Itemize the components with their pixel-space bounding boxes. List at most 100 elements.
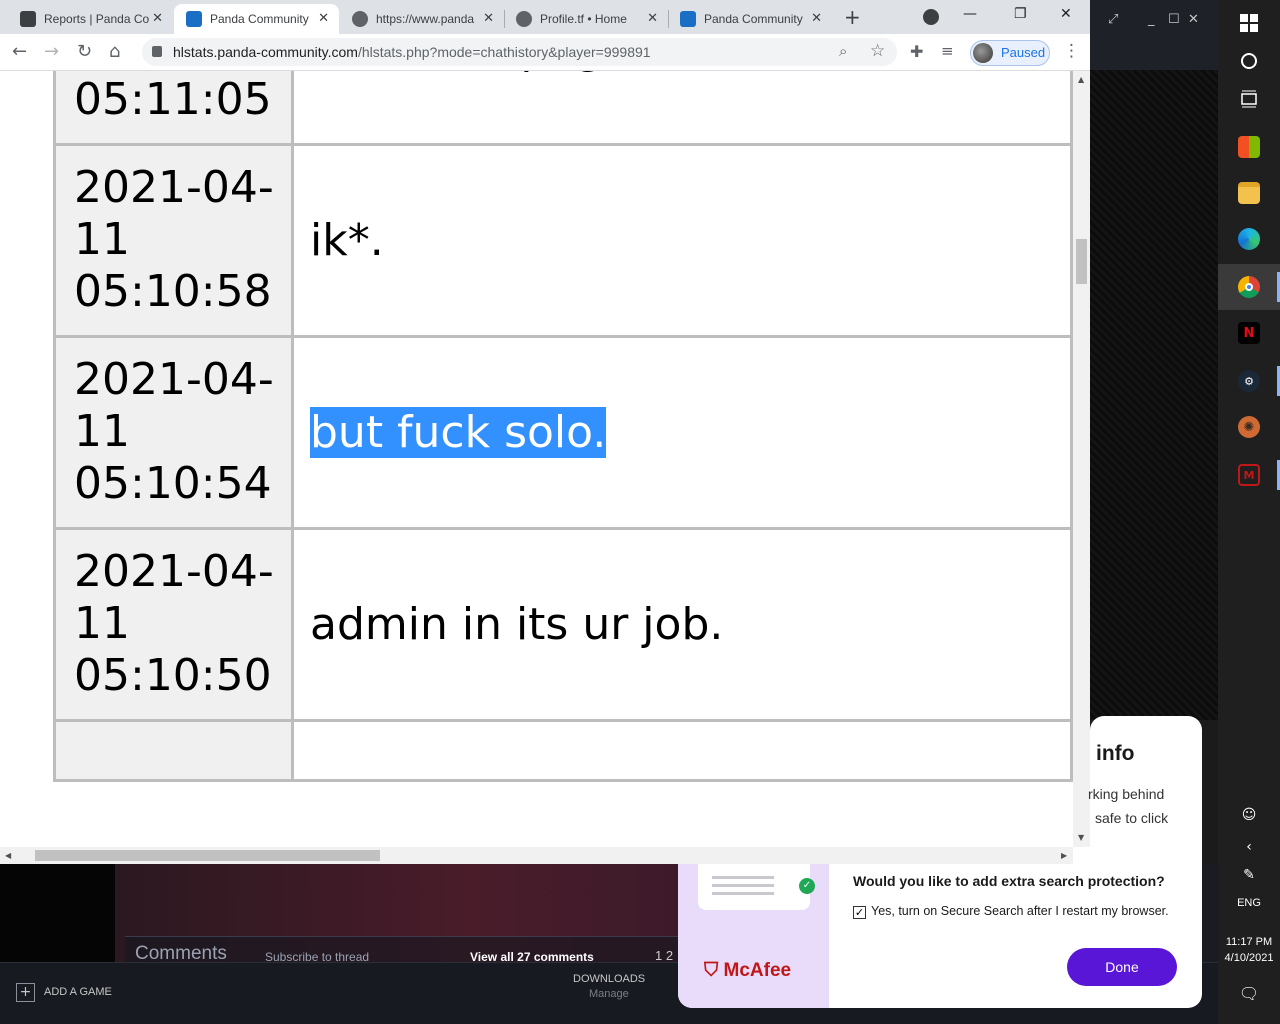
bookmark-star-icon[interactable]: ☆ (870, 41, 885, 61)
tab-title: Panda Community (704, 12, 803, 26)
edge-icon[interactable] (1218, 216, 1280, 262)
steam-background-texture (1090, 70, 1218, 720)
windows-taskbar: N ⚙ ✺ M ☺ ‹ ✎ ENG 11:17 PM 4/10/2021 🗨 (1218, 0, 1280, 1024)
file-explorer-icon[interactable] (1218, 170, 1280, 216)
scroll-up-arrow-icon[interactable]: ▲ (1078, 75, 1084, 84)
tab-close-icon[interactable]: ✕ (483, 10, 494, 26)
profile-status: Paused (1001, 45, 1046, 60)
tab-search-icon[interactable] (923, 9, 939, 25)
pen-icon[interactable]: ✎ (1218, 852, 1280, 898)
chat-message-text: but fuck solo. (310, 407, 607, 458)
table-row: 2021-04- 11 05:10:50 admin in its ur job. (53, 527, 1073, 722)
tab-close-icon[interactable]: ✕ (318, 10, 329, 26)
avatar (973, 43, 993, 63)
restore-button[interactable]: ❐ (1014, 6, 1027, 22)
mcafee-illustration-card: ✓ (698, 864, 815, 910)
mcafee-info-title: info (1096, 742, 1135, 765)
mcafee-info-line-1: rking behind (1088, 786, 1165, 802)
tab-reports[interactable]: Reports | Panda Co ✕ (8, 4, 173, 34)
netflix-icon[interactable]: N (1218, 310, 1280, 356)
lock-icon[interactable] (152, 46, 162, 57)
add-game-button[interactable]: ADD A GAME (44, 986, 112, 998)
tab-close-icon[interactable]: ✕ (152, 10, 163, 26)
tab-title: Reports | Panda Co (44, 12, 149, 26)
extensions-puzzle-icon[interactable]: ✚ (910, 42, 923, 61)
new-tab-button[interactable]: + (844, 5, 861, 29)
url-text[interactable]: hlstats.panda-community.com/hlstats.php?… (173, 44, 651, 60)
mcafee-question: Would you like to add extra search prote… (853, 873, 1165, 889)
tab-panda-url[interactable]: https://www.panda ✕ (340, 4, 504, 34)
chat-message-cell: hes back pog. (291, 71, 1073, 146)
language-indicator[interactable]: ENG (1218, 897, 1280, 909)
steam-maximize-button[interactable]: ☐ (1168, 12, 1180, 27)
close-button[interactable]: ✕ (1060, 6, 1072, 22)
add-game-icon[interactable]: + (16, 983, 35, 1002)
tab-close-icon[interactable]: ✕ (647, 10, 658, 26)
scroll-left-arrow-icon[interactable]: ◀ (5, 851, 11, 860)
vertical-scroll-thumb[interactable] (1076, 239, 1087, 284)
downloads-button[interactable]: DOWNLOADS (573, 973, 645, 985)
chat-message-cell: admin in its ur job. (291, 527, 1073, 722)
forward-arrow-icon[interactable]: → (44, 41, 59, 62)
tab-favicon-icon (186, 11, 202, 27)
tab-panda-community-active[interactable]: Panda Community ✕ (174, 4, 339, 34)
chat-message-text: admin in its ur job. (310, 599, 724, 650)
task-view-icon[interactable] (1218, 76, 1280, 122)
home-icon[interactable]: ⌂ (109, 41, 120, 62)
tf2-icon[interactable]: ✺ (1218, 404, 1280, 450)
tab-close-icon[interactable]: ✕ (811, 10, 822, 26)
chat-timestamp-cell: 2021-04-1105:11:05 (53, 71, 294, 146)
zoom-icon[interactable]: ⌕ (839, 42, 847, 60)
downloads-manage-label: Manage (589, 988, 629, 1000)
menu-kebab-icon[interactable]: ⋮ (1063, 41, 1080, 61)
reload-icon[interactable]: ↻ (77, 41, 92, 62)
address-bar[interactable]: hlstats.panda-community.com/hlstats.php?… (142, 38, 897, 66)
media-control-icon[interactable]: ≡ (941, 42, 954, 60)
tab-favicon-icon (680, 11, 696, 27)
chat-message-cell: ik*. (291, 143, 1073, 338)
tab-panda-community-2[interactable]: Panda Community ✕ (668, 4, 832, 34)
secure-search-checkbox-label[interactable]: Yes, turn on Secure Search after I resta… (871, 904, 1169, 918)
steam-pager[interactable]: 1 2 (655, 948, 673, 963)
steam-comments-bar: Comments Subscribe to thread View all 27… (125, 936, 685, 964)
clock-date: 4/10/2021 (1224, 952, 1274, 964)
back-arrow-icon[interactable]: ← (12, 41, 27, 62)
notifications-icon[interactable]: 🗨 (1218, 970, 1280, 1016)
chat-message-text: ik*. (310, 215, 384, 266)
mcafee-info-line-2: safe to click (1095, 810, 1169, 826)
minimize-button[interactable]: — (963, 6, 977, 22)
mcafee-logo: ⛉ McAfee (704, 960, 792, 981)
steam-close-button[interactable]: ✕ (1188, 12, 1199, 27)
browser-toolbar: ← → ↻ ⌂ hlstats.panda-community.com/hlst… (0, 34, 1090, 71)
tab-title: Profile.tf • Home (540, 12, 627, 26)
chat-timestamp-cell: 2021-04- 11 05:10:58 (53, 143, 294, 338)
chat-message-text: hes back pog. (310, 71, 617, 74)
mcafee-popup: ✓ ⛉ McAfee info rking behind safe to cli… (678, 716, 1202, 1008)
steam-window-titlebar: ⤢ _ ☐ ✕ (1090, 0, 1218, 70)
steam-fullscreen-icon[interactable]: ⤢ (1108, 12, 1118, 27)
url-path: /hlstats.php?mode=chathistory&player=999… (357, 44, 651, 60)
tab-globe-icon (352, 11, 368, 27)
checkmark-icon: ✓ (799, 878, 815, 894)
tab-profile-tf[interactable]: Profile.tf • Home ✕ (504, 4, 668, 34)
done-button[interactable]: Done (1067, 948, 1177, 986)
clock[interactable]: 11:17 PM 4/10/2021 (1218, 934, 1280, 966)
chrome-icon[interactable] (1218, 264, 1280, 310)
tab-globe-icon (516, 11, 532, 27)
profile-button[interactable]: Paused (970, 40, 1050, 66)
tab-strip: Reports | Panda Co ✕ Panda Community ✕ h… (0, 0, 1090, 34)
horizontal-scroll-thumb[interactable] (35, 850, 380, 861)
mcafee-taskbar-icon[interactable]: M (1218, 452, 1280, 498)
chat-message-cell: but fuck solo. (291, 335, 1073, 530)
steam-icon[interactable]: ⚙ (1218, 358, 1280, 404)
clock-time: 11:17 PM (1225, 936, 1273, 948)
tab-title: https://www.panda (376, 12, 475, 26)
secure-search-checkbox[interactable]: ✓ (853, 906, 866, 919)
table-row: 2021-04- 11 05:10:58 ik*. (53, 143, 1073, 338)
steam-minimize-button[interactable]: _ (1148, 12, 1155, 27)
mcafee-shield-icon: ⛉ (704, 960, 724, 981)
chat-timestamp-cell: 2021-04- 11 05:10:50 (53, 527, 294, 722)
store-icon[interactable] (1218, 124, 1280, 170)
table-row: 2021-04-1105:11:05 hes back pog. (53, 71, 1073, 146)
url-host: hlstats.panda-community.com (173, 44, 358, 60)
